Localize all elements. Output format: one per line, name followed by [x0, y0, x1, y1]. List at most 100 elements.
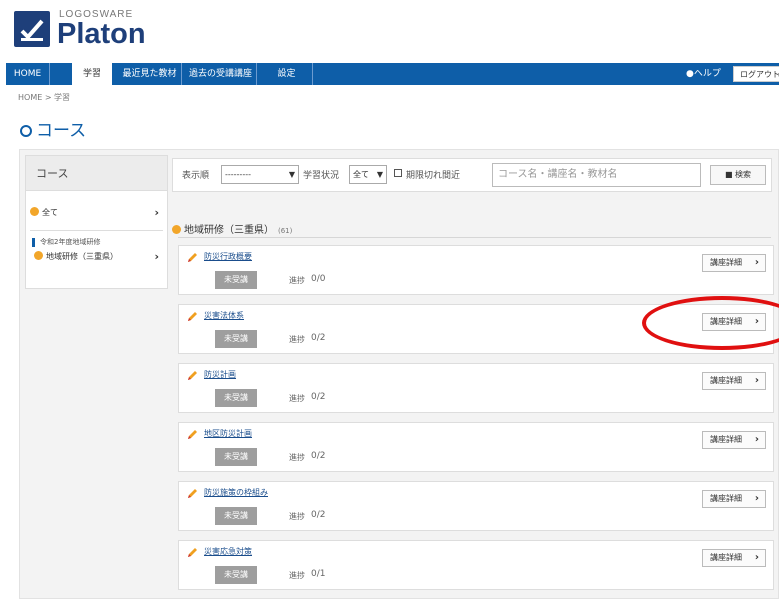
course-link[interactable]: 防災施策の枠組み: [204, 487, 268, 498]
progress-value: 0/2: [311, 510, 326, 520]
page-title-text: コース: [36, 121, 87, 141]
sort-value: ---------: [225, 170, 251, 179]
course-detail-button[interactable]: 講座詳細 ›: [702, 431, 766, 449]
status-badge: 未受講: [215, 271, 257, 289]
course-link[interactable]: 防災行政概要: [204, 251, 252, 262]
detail-label: 講座詳細: [710, 376, 742, 385]
progress-label: 進捗: [289, 276, 305, 285]
progress-value: 0/2: [311, 333, 326, 343]
progress-value: 0/1: [311, 569, 326, 579]
course-card: 災害応急対策 未受講 進捗 0/1 講座詳細 ›: [178, 540, 774, 590]
chevron-right-icon: ›: [754, 434, 759, 445]
chevron-right-icon: ›: [754, 257, 759, 268]
nav-home[interactable]: HOME: [6, 63, 50, 85]
progress-label: 進捗: [289, 335, 305, 344]
course-link[interactable]: 災害応急対策: [204, 546, 252, 557]
progress-value: 0/2: [311, 451, 326, 461]
help-icon: ●: [686, 69, 694, 79]
logout-label: ログアウト: [740, 70, 779, 79]
pencil-icon: [188, 548, 197, 557]
filter-bar: 表示順 --------- ▼ 学習状況 全て ▼ 期限切れ間近 コース名・講座…: [172, 158, 772, 192]
nav-study[interactable]: 学習: [72, 63, 112, 85]
status-select[interactable]: 全て ▼: [349, 165, 387, 184]
chevron-right-icon: ›: [754, 552, 759, 563]
sidebar-title: コース: [26, 156, 167, 191]
pencil-icon: [188, 489, 197, 498]
nav-past-courses[interactable]: 過去の受講講座: [185, 63, 257, 85]
progress-label: 進捗: [289, 512, 305, 521]
chevron-down-icon: ▼: [288, 170, 295, 179]
nav-recent-materials[interactable]: 最近見た教材: [118, 63, 182, 85]
search-input[interactable]: コース名・講座名・教材名: [492, 163, 701, 187]
app-header: LOGOSWARE Platon: [0, 0, 779, 62]
coin-icon: [30, 207, 39, 216]
search-button-label: 検索: [735, 170, 752, 179]
sidebar-item-all[interactable]: 全て ›: [26, 204, 167, 222]
help-label: ヘルプ: [693, 69, 721, 79]
detail-label: 講座詳細: [710, 494, 742, 503]
pencil-icon: [188, 430, 197, 439]
course-detail-button[interactable]: 講座詳細 ›: [702, 254, 766, 272]
breadcrumb: HOME > 学習: [18, 93, 71, 102]
course-link[interactable]: 防災計画: [204, 369, 236, 380]
course-card: 防災行政概要 未受講 進捗 0/0 講座詳細 ›: [178, 245, 774, 295]
coin-icon: [34, 251, 43, 260]
category-title: 地域研修（三重県） (61): [172, 221, 292, 236]
sort-label: 表示順: [182, 171, 210, 181]
sidebar-item-label: 地域研修（三重県）: [46, 252, 118, 261]
page-title: コース: [20, 116, 86, 141]
course-detail-button[interactable]: 講座詳細 ›: [702, 372, 766, 390]
logo-icon: [14, 11, 50, 47]
sidebar: コース 全て › 令和2年度地域研修 地域研修（三重県） ›: [25, 155, 168, 289]
sidebar-item-label: 全て: [42, 208, 58, 217]
status-badge: 未受講: [215, 507, 257, 525]
pencil-icon: [188, 253, 197, 262]
pencil-icon: [188, 312, 197, 321]
progress-label: 進捗: [289, 394, 305, 403]
brand-name: Platon: [57, 18, 146, 50]
sidebar-group-label: 令和2年度地域研修: [32, 238, 100, 247]
chevron-right-icon: ›: [754, 493, 759, 504]
course-link[interactable]: 地区防災計画: [204, 428, 252, 439]
circle-icon: [20, 125, 32, 137]
progress-value: 0/0: [311, 274, 326, 284]
logout-button[interactable]: ログアウト ›: [733, 66, 779, 82]
status-badge: 未受講: [215, 330, 257, 348]
course-link[interactable]: 災害法体系: [204, 310, 244, 321]
category-name: 地域研修（三重県）: [184, 225, 274, 236]
detail-label: 講座詳細: [710, 258, 742, 267]
course-card: 防災計画 未受講 進捗 0/2 講座詳細 ›: [178, 363, 774, 413]
search-icon: ■: [724, 170, 736, 179]
main-nav: HOME 学習 最近見た教材 過去の受講講座 設定 ●ヘルプ ログアウト ›: [6, 63, 779, 85]
status-label: 学習状況: [303, 171, 340, 181]
progress-label: 進捗: [289, 453, 305, 462]
progress-value: 0/2: [311, 392, 326, 402]
status-badge: 未受講: [215, 389, 257, 407]
detail-label: 講座詳細: [710, 435, 742, 444]
detail-label: 講座詳細: [710, 553, 742, 562]
nav-settings[interactable]: 設定: [261, 63, 313, 85]
category-count: (61): [278, 227, 293, 235]
expire-checkbox[interactable]: [394, 169, 402, 177]
course-card: 地区防災計画 未受講 進捗 0/2 講座詳細 ›: [178, 422, 774, 472]
course-detail-button[interactable]: 講座詳細 ›: [702, 490, 766, 508]
pencil-icon: [188, 371, 197, 380]
course-card: 防災施策の枠組み 未受講 進捗 0/2 講座詳細 ›: [178, 481, 774, 531]
course-detail-button[interactable]: 講座詳細 ›: [702, 549, 766, 567]
divider: [178, 237, 771, 238]
chevron-down-icon: ▼: [376, 170, 383, 179]
chevron-right-icon: ›: [154, 250, 159, 263]
sidebar-item-region[interactable]: 地域研修（三重県） ›: [26, 248, 167, 266]
coin-icon: [172, 225, 181, 234]
status-badge: 未受講: [215, 566, 257, 584]
sort-select[interactable]: --------- ▼: [221, 165, 299, 184]
search-button[interactable]: ■ 検索: [710, 165, 766, 185]
progress-label: 進捗: [289, 571, 305, 580]
chevron-right-icon: ›: [154, 206, 159, 219]
status-value: 全て: [353, 170, 369, 179]
nav-help[interactable]: ●ヘルプ: [686, 63, 721, 85]
chevron-right-icon: ›: [754, 375, 759, 386]
divider: [30, 230, 163, 231]
status-badge: 未受講: [215, 448, 257, 466]
expire-label: 期限切れ間近: [406, 171, 461, 181]
